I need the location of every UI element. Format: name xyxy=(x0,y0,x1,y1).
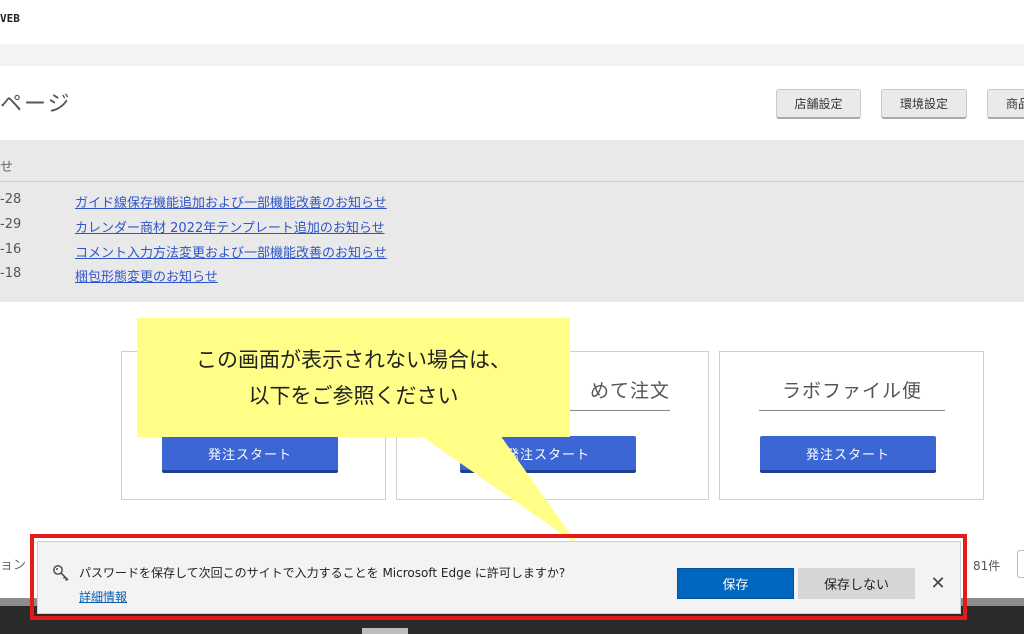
site-logo[interactable]: VEB xyxy=(0,12,20,25)
notice-header: せ xyxy=(0,140,1024,182)
start-order-button[interactable]: 発注スタート xyxy=(760,436,936,473)
callout-annotation: この画面が表示されない場合は、 以下をご参照ください xyxy=(137,318,570,437)
section-label: ョン xyxy=(0,558,27,573)
notice-row: -29 カレンダー商材 2022年テンプレート追加のお知らせ xyxy=(0,217,1024,239)
notice-link[interactable]: コメント入力方法変更および一部機能改善のお知らせ xyxy=(75,242,387,261)
page-selector[interactable] xyxy=(1017,550,1024,578)
dont-save-button[interactable]: 保存しない xyxy=(798,568,915,599)
callout-line-1: この画面が表示されない場合は、 xyxy=(196,348,511,372)
notice-row: -18 梱包形態変更のお知らせ xyxy=(0,266,1024,288)
notice-row: -28 ガイド線保存機能追加および一部機能改善のお知らせ xyxy=(0,192,1024,214)
notice-date: -29 xyxy=(0,217,22,232)
notice-date: -28 xyxy=(0,192,22,207)
notice-panel: せ -28 ガイド線保存機能追加および一部機能改善のお知らせ -29 カレンダー… xyxy=(0,140,1024,302)
notice-date: -18 xyxy=(0,266,22,281)
environment-settings-button[interactable]: 環境設定 xyxy=(881,89,967,119)
start-order-button[interactable]: 発注スタート xyxy=(460,436,636,473)
notice-heading: せ xyxy=(0,160,14,175)
notice-link[interactable]: 梱包形態変更のお知らせ xyxy=(75,266,218,285)
save-password-button[interactable]: 保存 xyxy=(677,568,794,599)
start-order-button[interactable]: 発注スタート xyxy=(162,436,338,473)
notice-date: -16 xyxy=(0,242,22,257)
item-count: 81件 xyxy=(973,559,1001,573)
top-band xyxy=(0,44,1024,66)
products-button[interactable]: 商品 xyxy=(987,89,1024,119)
details-link[interactable]: 詳細情報 xyxy=(79,588,127,605)
notice-row: -16 コメント入力方法変更および一部機能改善のお知らせ xyxy=(0,242,1024,264)
store-settings-button[interactable]: 店舗設定 xyxy=(776,89,861,119)
page-title: ページ xyxy=(0,92,72,117)
notice-link[interactable]: ガイド線保存機能追加および一部機能改善のお知らせ xyxy=(75,192,387,211)
close-icon[interactable]: ✕ xyxy=(927,572,949,594)
prompt-message: パスワードを保存して次回このサイトで入力することを Microsoft Edge… xyxy=(79,566,566,580)
scroll-thumb[interactable] xyxy=(362,628,408,634)
card-title: ラボファイル便 xyxy=(759,376,945,411)
notice-link[interactable]: カレンダー商材 2022年テンプレート追加のお知らせ xyxy=(75,217,385,236)
password-save-prompt: パスワードを保存して次回このサイトで入力することを Microsoft Edge… xyxy=(37,541,961,614)
callout-line-2: 以下をご参照ください xyxy=(248,384,459,408)
order-card-3: ラボファイル便 発注スタート xyxy=(719,351,984,500)
key-icon xyxy=(53,565,69,581)
